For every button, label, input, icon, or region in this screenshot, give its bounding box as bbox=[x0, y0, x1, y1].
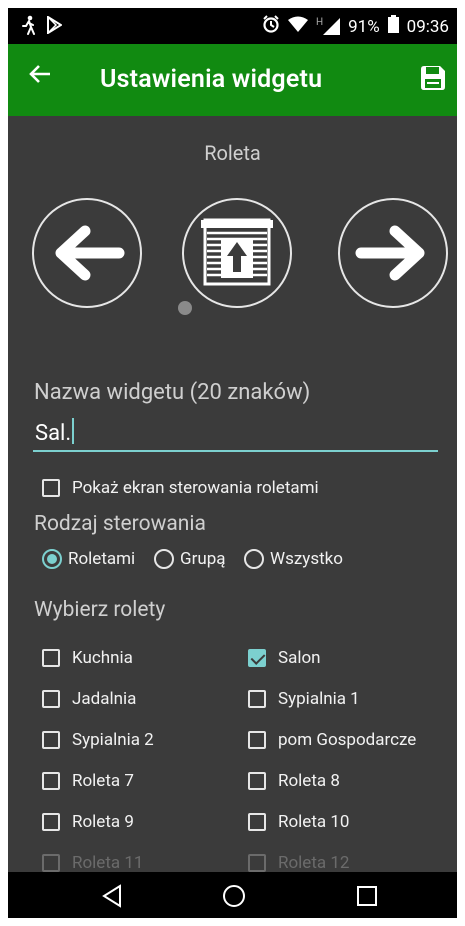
name-field-label: Nazwa widgetu (20 znaków) bbox=[34, 380, 311, 405]
nav-recents-icon[interactable] bbox=[353, 882, 381, 910]
blind-item-kuchnia[interactable]: Kuchnia bbox=[42, 648, 133, 668]
blind-item-roleta-10[interactable]: Roleta 10 bbox=[248, 812, 349, 832]
checkbox-box bbox=[248, 854, 266, 872]
wifi-icon bbox=[287, 16, 308, 37]
page-title: Ustawienia widgetu bbox=[100, 65, 323, 94]
floppy-save-icon[interactable] bbox=[419, 64, 447, 92]
radio-label: Wszystko bbox=[270, 549, 343, 569]
signal-icon: H bbox=[315, 17, 341, 35]
blind-item-sypialnia-1[interactable]: Sypialnia 1 bbox=[248, 689, 360, 709]
status-left bbox=[20, 15, 63, 40]
arrow-right-icon[interactable] bbox=[338, 198, 448, 308]
blind-item-roleta-8[interactable]: Roleta 8 bbox=[248, 771, 340, 791]
status-right: H 91% 09:36 bbox=[262, 15, 449, 38]
radio-grupa[interactable]: Grupą bbox=[154, 549, 226, 569]
blind-label: Roleta 7 bbox=[72, 771, 134, 791]
blind-item-jadalnia[interactable]: Jadalnia bbox=[42, 689, 136, 709]
blind-label: Roleta 8 bbox=[278, 771, 340, 791]
radio-roletami[interactable]: Roletami bbox=[42, 549, 135, 569]
widget-name-value: Sal. bbox=[35, 418, 75, 446]
checkbox-box bbox=[248, 690, 266, 708]
blind-item-pom-gospodarcze[interactable]: pom Gospodarcze bbox=[248, 730, 416, 750]
widget-type-label: Roleta bbox=[204, 141, 261, 165]
blind-label: Roleta 11 bbox=[72, 853, 144, 873]
status-bar: H 91% 09:36 bbox=[8, 8, 457, 44]
blind-item-sypialnia-2[interactable]: Sypialnia 2 bbox=[42, 730, 154, 750]
checkbox-box bbox=[248, 772, 266, 790]
app-frame: H 91% 09:36 Ustawienia widgetu Roleta Na… bbox=[8, 8, 457, 918]
blind-label: Jadalnia bbox=[72, 689, 137, 709]
blind-label: Roleta 10 bbox=[278, 812, 350, 832]
blind-item-salon[interactable]: Salon bbox=[248, 648, 321, 668]
checkbox-box bbox=[42, 772, 60, 790]
navigation-bar bbox=[8, 872, 457, 918]
checkbox-box bbox=[248, 813, 266, 831]
blind-label: Sypialnia 2 bbox=[72, 730, 154, 750]
arrow-back-icon[interactable] bbox=[28, 62, 52, 92]
widget-name-text: Sal. bbox=[35, 421, 72, 446]
radio-label: Roletami bbox=[68, 549, 136, 569]
widget-name-input[interactable]: Sal. bbox=[33, 412, 438, 452]
battery-percent: 91% bbox=[348, 16, 380, 37]
text-caret bbox=[72, 418, 75, 444]
app-bar: Ustawienia widgetu bbox=[8, 44, 457, 116]
blind-label: Roleta 9 bbox=[72, 812, 134, 832]
nav-back-icon[interactable] bbox=[98, 882, 126, 910]
checkbox-box bbox=[248, 731, 266, 749]
blinds-label: Wybierz rolety bbox=[34, 598, 166, 622]
checkbox-box bbox=[42, 731, 60, 749]
radio-button bbox=[154, 549, 174, 569]
blind-label: pom Gospodarcze bbox=[278, 730, 417, 750]
checkbox-box bbox=[248, 649, 266, 667]
walking-person-icon bbox=[20, 15, 38, 40]
settings-content: Roleta Nazwa widgetu (20 znaków) Sal. Po… bbox=[8, 116, 457, 873]
show-screen-label: Pokaż ekran sterowania roletami bbox=[72, 478, 319, 498]
blind-label: Roleta 12 bbox=[278, 853, 350, 873]
blind-label: Kuchnia bbox=[72, 648, 133, 668]
checkbox-box bbox=[42, 854, 60, 872]
battery-icon bbox=[387, 15, 399, 38]
blind-item-roleta-11: Roleta 11 bbox=[42, 853, 143, 873]
blind-label: Sypialnia 1 bbox=[278, 689, 360, 709]
checkbox-box bbox=[42, 690, 60, 708]
radio-label: Grupą bbox=[180, 549, 226, 569]
blind-item-roleta-7[interactable]: Roleta 7 bbox=[42, 771, 134, 791]
nav-home-icon[interactable] bbox=[220, 882, 248, 910]
blind-item-roleta-12: Roleta 12 bbox=[248, 853, 349, 873]
play-store-icon bbox=[46, 15, 63, 39]
show-screen-checkbox[interactable]: Pokaż ekran sterowania roletami bbox=[42, 478, 319, 498]
radio-wszystko[interactable]: Wszystko bbox=[244, 549, 343, 569]
blind-up-icon[interactable] bbox=[182, 198, 292, 308]
blind-item-roleta-9[interactable]: Roleta 9 bbox=[42, 812, 134, 832]
page-indicator-dot bbox=[178, 301, 192, 315]
arrow-left-icon[interactable] bbox=[32, 198, 142, 308]
alarm-icon bbox=[262, 15, 280, 38]
checkbox-box bbox=[42, 813, 60, 831]
control-type-label: Rodzaj sterowania bbox=[34, 512, 206, 536]
clock: 09:36 bbox=[406, 16, 449, 37]
checkbox-box bbox=[42, 649, 60, 667]
radio-button bbox=[244, 549, 264, 569]
checkbox-box bbox=[42, 479, 60, 497]
radio-button bbox=[42, 549, 62, 569]
network-type: H bbox=[315, 17, 324, 28]
blind-label: Salon bbox=[278, 648, 321, 668]
